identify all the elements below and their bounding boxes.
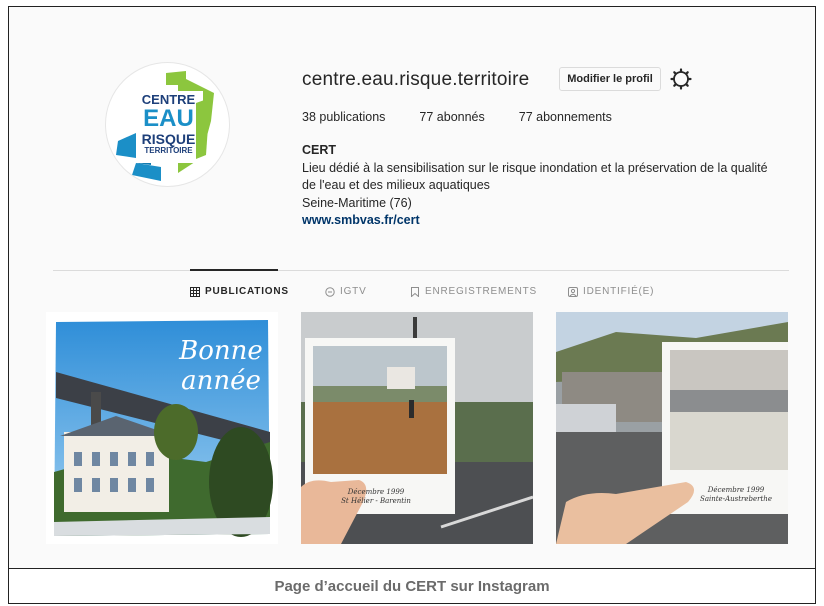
bio-line-1: Lieu dédié à la sensibilisation sur le r…: [302, 160, 768, 175]
instagram-profile-page: CENTRE EAU RISQUE TERRITOIRE centre.eau.…: [9, 7, 815, 568]
tab-publications[interactable]: PUBLICATIONS: [190, 286, 289, 297]
polaroid-caption-2: Décembre 1999 Sainte-Austreberthe: [686, 486, 786, 504]
tabs-divider: [53, 270, 789, 271]
tab-publications-label: PUBLICATIONS: [205, 286, 289, 297]
stat-posts: 38 publications: [302, 110, 385, 124]
profile-stats: 38 publications 77 abonnés 77 abonnement…: [302, 110, 646, 124]
stat-followers[interactable]: 77 abonnés: [419, 110, 484, 124]
tab-igtv[interactable]: IGTV: [325, 286, 367, 297]
profile-username: centre.eau.risque.territoire: [302, 69, 530, 90]
tab-saved[interactable]: ENREGISTREMENTS: [410, 286, 537, 297]
tab-tagged-label: IDENTIFIÉ(E): [583, 286, 655, 297]
figure-caption: Page d’accueil du CERT sur Instagram: [8, 568, 816, 604]
profile-avatar[interactable]: CENTRE EAU RISQUE TERRITOIRE: [105, 62, 230, 187]
tab-saved-label: ENREGISTREMENTS: [425, 286, 538, 297]
stat-following[interactable]: 77 abonnements: [519, 110, 612, 124]
greeting-overlay-line2: année: [181, 366, 261, 396]
polaroid-caption-1: Décembre 1999 St Hélier - Barentin: [331, 488, 421, 506]
gear-icon[interactable]: [670, 68, 692, 90]
post-image-flood-2: [556, 312, 788, 544]
post-image-flood-1: [301, 312, 533, 544]
following-count: 77: [518, 110, 533, 124]
logo-text-eau: EAU: [143, 105, 194, 132]
profile-tabs: PUBLICATIONS IGTV ENREGISTREMENTS IDENTI…: [9, 286, 815, 302]
tagged-icon: [568, 286, 578, 297]
polaroid-caption-line2: St Hélier - Barentin: [341, 497, 411, 505]
polaroid-caption-line2: Sainte-Austreberthe: [700, 495, 772, 503]
logo-text-risque: RISQUE: [141, 131, 196, 147]
logo-text-territoire: TERRITOIRE: [144, 146, 193, 155]
polaroid-caption-line1: Décembre 1999: [347, 488, 405, 496]
edit-profile-button[interactable]: Modifier le profil: [559, 67, 661, 91]
bio-name: CERT: [302, 143, 337, 157]
polaroid-caption-line1: Décembre 1999: [707, 486, 765, 494]
tab-tagged[interactable]: IDENTIFIÉ(E): [568, 286, 654, 297]
bio-website-link[interactable]: www.smbvas.fr/cert: [302, 212, 792, 230]
active-tab-indicator: [190, 269, 278, 271]
post-thumbnail[interactable]: Décembre 1999 St Hélier - Barentin: [301, 312, 533, 544]
post-thumbnail[interactable]: Bonne année: [46, 312, 278, 544]
followers-label: abonnés: [436, 110, 485, 124]
posts-label: publications: [319, 110, 386, 124]
post-thumbnail[interactable]: Décembre 1999 Sainte-Austreberthe: [556, 312, 788, 544]
greeting-overlay-line1: Bonne: [179, 336, 263, 366]
igtv-icon: [325, 286, 335, 297]
bookmark-icon: [411, 286, 419, 297]
posts-count: 38: [302, 110, 316, 124]
followers-count: 77: [419, 110, 434, 124]
tab-igtv-label: IGTV: [340, 286, 367, 297]
following-label: abonnements: [536, 110, 612, 124]
profile-bio: CERT Lieu dédié à la sensibilisation sur…: [302, 142, 792, 230]
bio-line-3: Seine-Maritime (76): [302, 195, 412, 210]
grid-icon: [190, 286, 200, 297]
bio-line-2: de l'eau et des milieux aquatiques: [302, 178, 490, 192]
